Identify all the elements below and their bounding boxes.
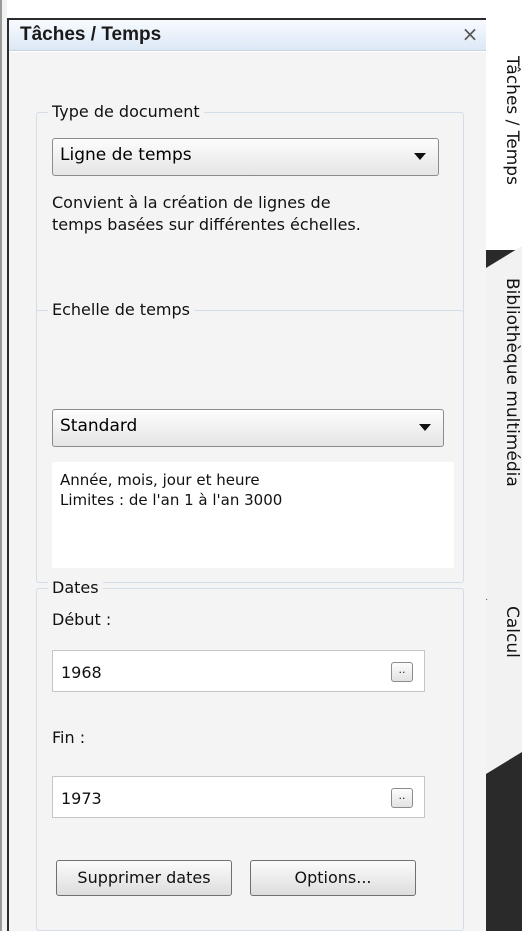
start-date-picker-button[interactable]: ..: [391, 662, 413, 682]
time-scale-dropdown[interactable]: Standard: [52, 409, 444, 447]
start-date-field[interactable]: 1968: [52, 650, 425, 692]
time-scale-selected: Standard: [60, 416, 138, 436]
end-date-label: Fin :: [52, 728, 86, 747]
window-frame: [0, 0, 7, 931]
tab-bibliotheque-multimedia-label: Bibliothèque multimédia: [502, 278, 522, 487]
panel-title: Tâches / Temps: [20, 24, 162, 45]
options-button[interactable]: Options...: [250, 860, 416, 896]
info-line-2: Limites : de l'an 1 à l'an 3000: [60, 491, 283, 509]
document-type-dropdown[interactable]: Ligne de temps: [52, 138, 439, 176]
start-date-label: Début :: [52, 610, 112, 629]
description-line-2: temps basées sur différentes échelles.: [52, 215, 361, 234]
document-type-selected: Ligne de temps: [60, 145, 192, 165]
start-date-value: 1968: [61, 663, 102, 682]
close-icon[interactable]: ×: [459, 23, 481, 45]
description-line-1: Convient à la création de lignes de: [52, 193, 331, 212]
end-date-picker-button[interactable]: ..: [391, 788, 413, 808]
chevron-down-icon: [419, 424, 431, 431]
chevron-down-icon: [414, 153, 426, 160]
time-scale-info: Année, mois, jour et heure Limites : de …: [60, 470, 450, 510]
document-type-legend: Type de document: [48, 102, 204, 121]
tab-taches-temps-label: Tâches / Temps: [502, 56, 522, 185]
document-type-description: Convient à la création de lignes de temp…: [52, 192, 457, 236]
time-scale-legend: Echelle de temps: [48, 300, 194, 319]
delete-dates-button[interactable]: Supprimer dates: [56, 860, 232, 896]
dates-legend: Dates: [48, 578, 103, 597]
info-line-1: Année, mois, jour et heure: [60, 471, 260, 489]
end-date-value: 1973: [61, 789, 102, 808]
tab-calcul-label: Calcul: [502, 606, 522, 658]
end-date-field[interactable]: 1973: [52, 776, 425, 818]
